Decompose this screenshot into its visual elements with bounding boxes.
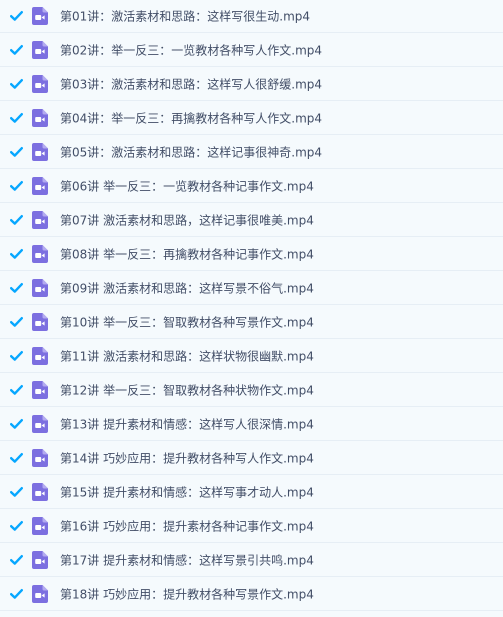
video-file-icon: [32, 7, 48, 25]
checkbox-checked-icon[interactable]: [10, 418, 23, 430]
file-row[interactable]: 第02讲：举一反三：一览教材各种写人作文.mp4: [0, 33, 503, 67]
checkbox-checked-icon[interactable]: [10, 384, 23, 396]
file-row[interactable]: 第07讲 激活素材和思路，这样记事很唯美.mp4: [0, 203, 503, 237]
video-file-icon: [32, 176, 48, 195]
video-file-icon: [32, 142, 48, 161]
file-name[interactable]: 第07讲 激活素材和思路，这样记事很唯美.mp4: [60, 211, 314, 228]
checkbox-checked-icon[interactable]: [10, 452, 23, 464]
file-name[interactable]: 第11讲 激活素材和思路：这样状物很幽默.mp4: [60, 347, 314, 364]
video-file-icon: [32, 482, 48, 501]
checkbox-checked-icon[interactable]: [10, 588, 23, 600]
file-name[interactable]: 第03讲：激活素材和思路：这样写人很舒缓.mp4: [60, 75, 322, 92]
checkbox-checked-icon[interactable]: [10, 112, 23, 124]
video-file-icon: [32, 312, 48, 331]
video-file-icon: [32, 108, 48, 127]
file-row[interactable]: 第11讲 激活素材和思路：这样状物很幽默.mp4: [0, 339, 503, 373]
file-row[interactable]: 第04讲：举一反三：再擒教材各种写人作文.mp4: [0, 101, 503, 135]
file-row[interactable]: 第13讲 提升素材和情感：这样写人很深情.mp4: [0, 407, 503, 441]
video-file-icon: [32, 584, 48, 603]
file-row[interactable]: 第01讲：激活素材和思路：这样写很生动.mp4: [0, 0, 503, 33]
file-name[interactable]: 第09讲 激活素材和思路：这样写景不俗气.mp4: [60, 279, 314, 296]
checkbox-checked-icon[interactable]: [10, 248, 23, 260]
file-name[interactable]: 第08讲 举一反三：再擒教材各种记事作文.mp4: [60, 245, 314, 262]
file-name[interactable]: 第14讲 巧妙应用：提升教材各种写人作文.mp4: [60, 449, 314, 466]
checkbox-checked-icon[interactable]: [10, 282, 23, 294]
file-name[interactable]: 第04讲：举一反三：再擒教材各种写人作文.mp4: [60, 109, 322, 126]
checkbox-checked-icon[interactable]: [10, 78, 23, 90]
video-file-icon: [32, 210, 48, 229]
video-file-icon: [32, 550, 48, 569]
video-file-icon: [32, 278, 48, 297]
checkbox-checked-icon[interactable]: [10, 180, 23, 192]
video-file-icon: [32, 448, 48, 467]
file-row[interactable]: 第09讲 激活素材和思路：这样写景不俗气.mp4: [0, 271, 503, 305]
file-name[interactable]: 第06讲 举一反三：一览教材各种记事作文.mp4: [60, 177, 314, 194]
file-row[interactable]: 第14讲 巧妙应用：提升教材各种写人作文.mp4: [0, 441, 503, 475]
file-name[interactable]: 第10讲 举一反三：智取教材各种写景作文.mp4: [60, 313, 314, 330]
checkbox-checked-icon[interactable]: [10, 214, 23, 226]
file-name[interactable]: 第12讲 举一反三：智取教材各种状物作文.mp4: [60, 381, 314, 398]
checkbox-checked-icon[interactable]: [10, 146, 23, 158]
file-row[interactable]: 第15讲 提升素材和情感：这样写事才动人.mp4: [0, 475, 503, 509]
video-file-icon: [32, 516, 48, 535]
checkbox-checked-icon[interactable]: [10, 10, 23, 22]
file-row[interactable]: 第17讲 提升素材和情感：这样写景引共鸣.mp4: [0, 543, 503, 577]
file-row[interactable]: 第05讲：激活素材和思路：这样记事很神奇.mp4: [0, 135, 503, 169]
file-name[interactable]: 第13讲 提升素材和情感：这样写人很深情.mp4: [60, 415, 314, 432]
video-file-icon: [32, 380, 48, 399]
file-name[interactable]: 第18讲 巧妙应用：提升教材各种写景作文.mp4: [60, 585, 314, 602]
video-file-icon: [32, 244, 48, 263]
file-name[interactable]: 第17讲 提升素材和情感：这样写景引共鸣.mp4: [60, 551, 314, 568]
video-file-icon: [32, 346, 48, 365]
file-name[interactable]: 第05讲：激活素材和思路：这样记事很神奇.mp4: [60, 143, 322, 160]
checkbox-checked-icon[interactable]: [10, 316, 23, 328]
video-file-icon: [32, 74, 48, 93]
file-row[interactable]: 第06讲 举一反三：一览教材各种记事作文.mp4: [0, 169, 503, 203]
file-name[interactable]: 第15讲 提升素材和情感：这样写事才动人.mp4: [60, 483, 314, 500]
file-row[interactable]: 第18讲 巧妙应用：提升教材各种写景作文.mp4: [0, 577, 503, 611]
file-name[interactable]: 第02讲：举一反三：一览教材各种写人作文.mp4: [60, 41, 322, 58]
checkbox-checked-icon[interactable]: [10, 44, 23, 56]
file-name[interactable]: 第16讲 巧妙应用：提升素材各种记事作文.mp4: [60, 517, 314, 534]
checkbox-checked-icon[interactable]: [10, 486, 23, 498]
checkbox-checked-icon[interactable]: [10, 554, 23, 566]
file-list: 第01讲：激活素材和思路：这样写很生动.mp4 第02讲：举一反三：一览教材各种写…: [0, 0, 503, 611]
video-file-icon: [32, 414, 48, 433]
checkbox-checked-icon[interactable]: [10, 520, 23, 532]
file-name[interactable]: 第01讲：激活素材和思路：这样写很生动.mp4: [60, 8, 310, 25]
file-row[interactable]: 第12讲 举一反三：智取教材各种状物作文.mp4: [0, 373, 503, 407]
file-row[interactable]: 第03讲：激活素材和思路：这样写人很舒缓.mp4: [0, 67, 503, 101]
file-row[interactable]: 第10讲 举一反三：智取教材各种写景作文.mp4: [0, 305, 503, 339]
file-row[interactable]: 第08讲 举一反三：再擒教材各种记事作文.mp4: [0, 237, 503, 271]
checkbox-checked-icon[interactable]: [10, 350, 23, 362]
video-file-icon: [32, 40, 48, 59]
file-row[interactable]: 第16讲 巧妙应用：提升素材各种记事作文.mp4: [0, 509, 503, 543]
